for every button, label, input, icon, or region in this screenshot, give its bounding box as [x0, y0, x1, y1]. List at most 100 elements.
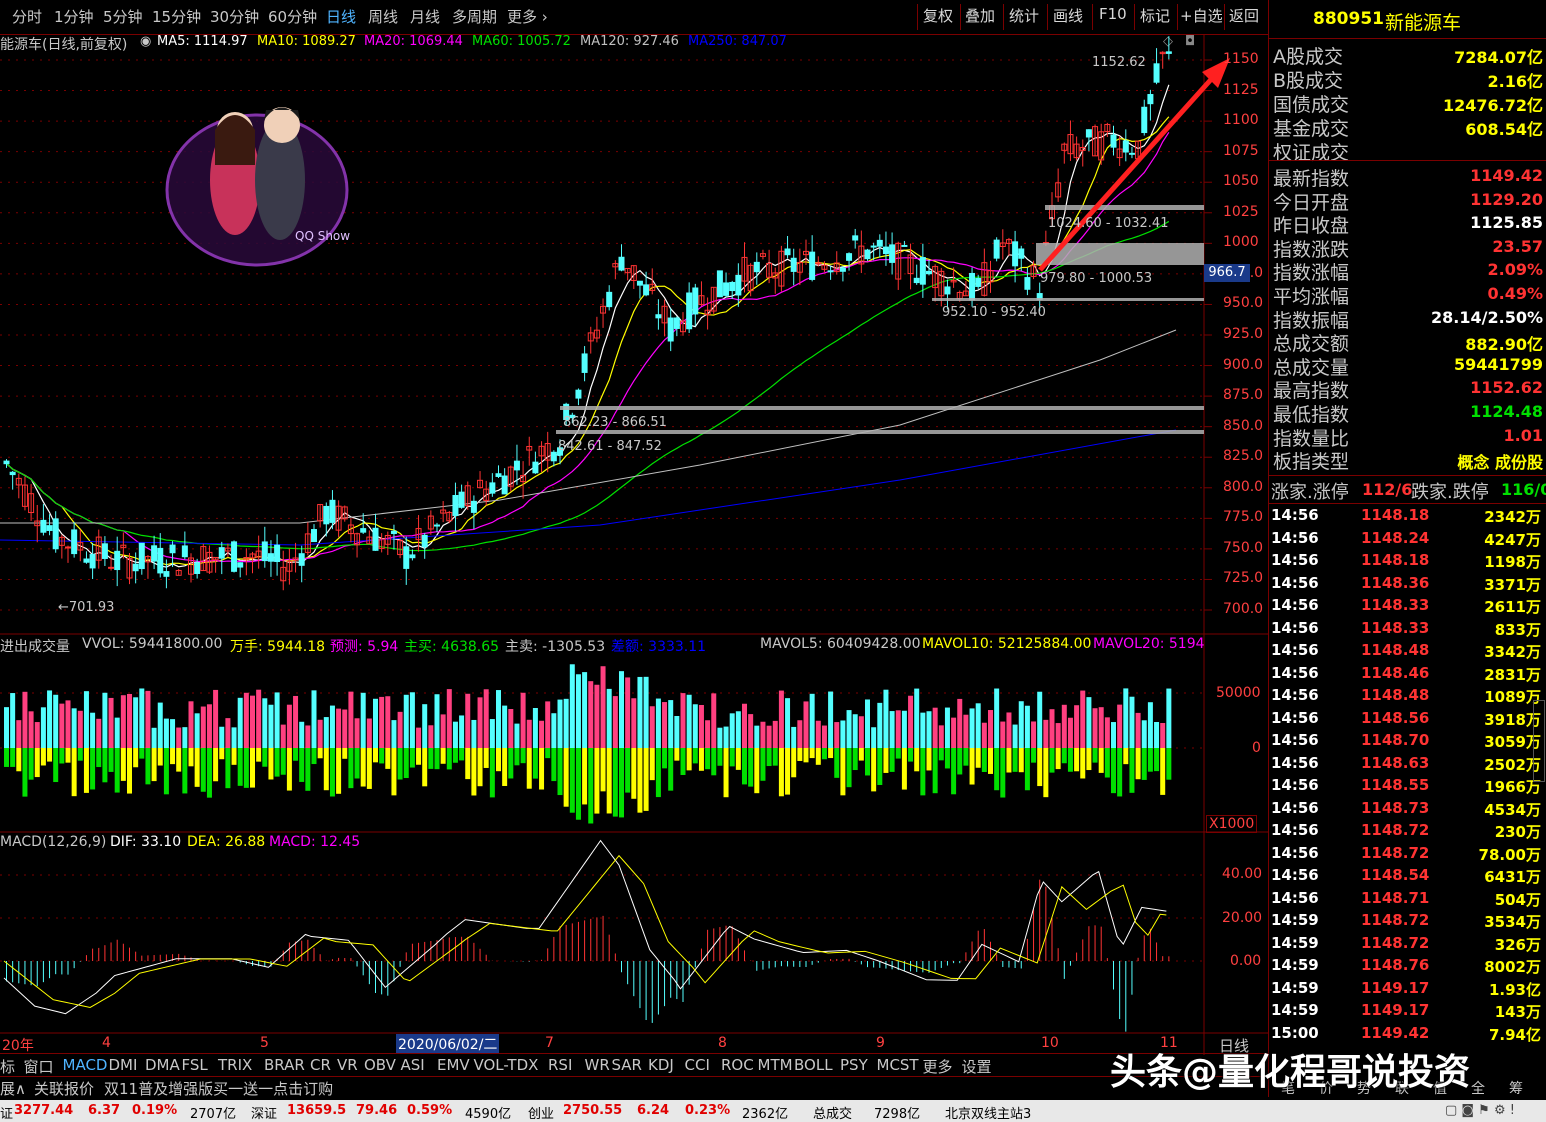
server-name[interactable]: 北京双线主站3 — [945, 1103, 1031, 1122]
flow-bar — [250, 748, 255, 788]
indicator-tab-vol-tdx[interactable]: VOL-TDX — [474, 1056, 539, 1074]
flow-bar — [828, 748, 834, 759]
indicator-tab-vr[interactable]: VR — [337, 1056, 358, 1074]
flow-bar — [385, 748, 391, 769]
candle-body — [913, 277, 920, 284]
promo-link[interactable]: 双11普及增强版买一送一点击订购 — [104, 1078, 333, 1099]
macd-axis-20: 20.00 — [1222, 910, 1263, 926]
flow-bar — [10, 748, 16, 767]
scrollbar[interactable] — [1533, 700, 1545, 782]
indicator-tab-kdj[interactable]: KDJ — [648, 1056, 674, 1074]
mavol10-label: MAVOL10: 52125884.00 — [922, 636, 1092, 652]
indicator-tab-dma[interactable]: DMA — [145, 1056, 180, 1074]
volume-bar — [1037, 691, 1043, 748]
flow-bar — [975, 748, 981, 768]
volume-bar — [151, 727, 157, 748]
vol-unit: X1000 — [1206, 815, 1258, 833]
tray-icons[interactable]: ▢ ◙ ⚑ ⚙ ! — [1445, 1103, 1515, 1118]
indicator-tab-dmi[interactable]: DMI — [109, 1056, 138, 1074]
indicator-tab-mcst[interactable]: MCST — [877, 1056, 919, 1074]
xaxis-label: 9 — [876, 1035, 885, 1051]
panel-button[interactable]: 筹 — [1509, 1078, 1523, 1098]
volume-bar — [194, 713, 200, 748]
volume-bar — [176, 727, 182, 748]
macd-axis-40: 40.00 — [1222, 866, 1263, 882]
volume-bar — [834, 722, 840, 748]
indicator-tab-obv[interactable]: OBV — [364, 1056, 396, 1074]
volume-bar — [280, 724, 286, 748]
volume-bar — [299, 721, 305, 748]
tick-price: 1148.33 — [1361, 596, 1430, 614]
candle-body — [89, 554, 96, 569]
flow-bar — [821, 748, 827, 760]
flow-bar — [397, 748, 403, 780]
candle-body — [329, 499, 336, 523]
indicator-tab-标[interactable]: 标 — [0, 1056, 15, 1077]
flow-bar — [22, 748, 28, 797]
volume-bar — [858, 716, 864, 748]
indicator-tab-trix[interactable]: TRIX — [218, 1056, 252, 1074]
candle-body — [114, 550, 121, 571]
indicator-tab-cr[interactable]: CR — [310, 1056, 331, 1074]
flow-bar — [188, 748, 194, 767]
indicator-tab-cci[interactable]: CCI — [685, 1056, 710, 1074]
volume-bar — [4, 707, 9, 748]
volume-bar — [717, 727, 723, 748]
indicator-tab-窗口[interactable]: 窗口 — [24, 1056, 54, 1077]
indicator-tab-boll[interactable]: BOLL — [794, 1056, 833, 1074]
tick-volume: 143万 — [1494, 1003, 1541, 1021]
indicator-tab-macd[interactable]: MACD — [63, 1056, 108, 1074]
flow-bar — [317, 748, 323, 759]
flow-bar — [649, 748, 655, 781]
volume-bar — [385, 696, 391, 748]
sz-label: 深证 — [251, 1107, 278, 1122]
stat-value: 23.57 — [1492, 236, 1543, 256]
candle-body — [138, 542, 145, 570]
tick-time: 14:56 — [1271, 708, 1319, 727]
tick-time: 14:56 — [1271, 596, 1319, 614]
indicator-tab-brar[interactable]: BRAR — [264, 1056, 305, 1074]
volume-bar — [188, 701, 194, 748]
flow-bar — [151, 748, 157, 782]
flow-bar — [729, 748, 735, 767]
indicator-tab-roc[interactable]: ROC — [721, 1056, 754, 1074]
tick-volume: 2831万 — [1484, 665, 1541, 684]
indicator-tab-sar[interactable]: SAR — [612, 1056, 642, 1074]
candle-body — [458, 491, 465, 508]
volume-bar — [963, 714, 969, 748]
indicator-tab-asi[interactable]: ASI — [401, 1056, 425, 1074]
candle-body — [372, 527, 379, 551]
trade-value: 7284.07亿 — [1454, 48, 1543, 67]
expand-button[interactable]: 展∧ — [0, 1078, 26, 1099]
volume-bar — [545, 701, 551, 748]
indicator-tab-mtm[interactable]: MTM — [758, 1056, 793, 1074]
volume-bar — [489, 719, 495, 748]
candle-body — [9, 471, 16, 476]
volume-bar — [416, 727, 422, 748]
indicator-tab-更多[interactable]: 更多 — [923, 1056, 953, 1077]
volume-bar — [711, 693, 717, 748]
flow-bar — [1074, 748, 1080, 772]
flow-bar — [465, 748, 471, 780]
indicator-tab-wr[interactable]: WR — [585, 1056, 610, 1074]
volume-bar — [360, 692, 366, 748]
indicator-tab-设置[interactable]: 设置 — [962, 1056, 992, 1077]
related-quote-button[interactable]: 关联报价 — [34, 1078, 94, 1099]
flow-bar — [723, 748, 729, 798]
flow-bar — [760, 748, 766, 781]
flow-bar — [1018, 748, 1024, 773]
volume-bar — [471, 719, 477, 748]
flow-bar — [981, 748, 987, 773]
macd-dea: DEA: 26.88 — [187, 834, 266, 850]
flow-bar — [680, 748, 686, 775]
flow-bar — [366, 748, 372, 789]
volume-bar — [883, 689, 889, 748]
kline-chart[interactable]: QQ Show — [0, 0, 1268, 1055]
flow-bar — [834, 748, 840, 778]
panel-button[interactable]: 全 — [1471, 1078, 1485, 1098]
indicator-tab-emv[interactable]: EMV — [437, 1056, 470, 1074]
flow-bar — [440, 748, 446, 764]
indicator-tab-psy[interactable]: PSY — [840, 1056, 868, 1074]
indicator-tab-rsi[interactable]: RSI — [548, 1056, 572, 1074]
indicator-tab-fsl[interactable]: FSL — [182, 1056, 208, 1074]
